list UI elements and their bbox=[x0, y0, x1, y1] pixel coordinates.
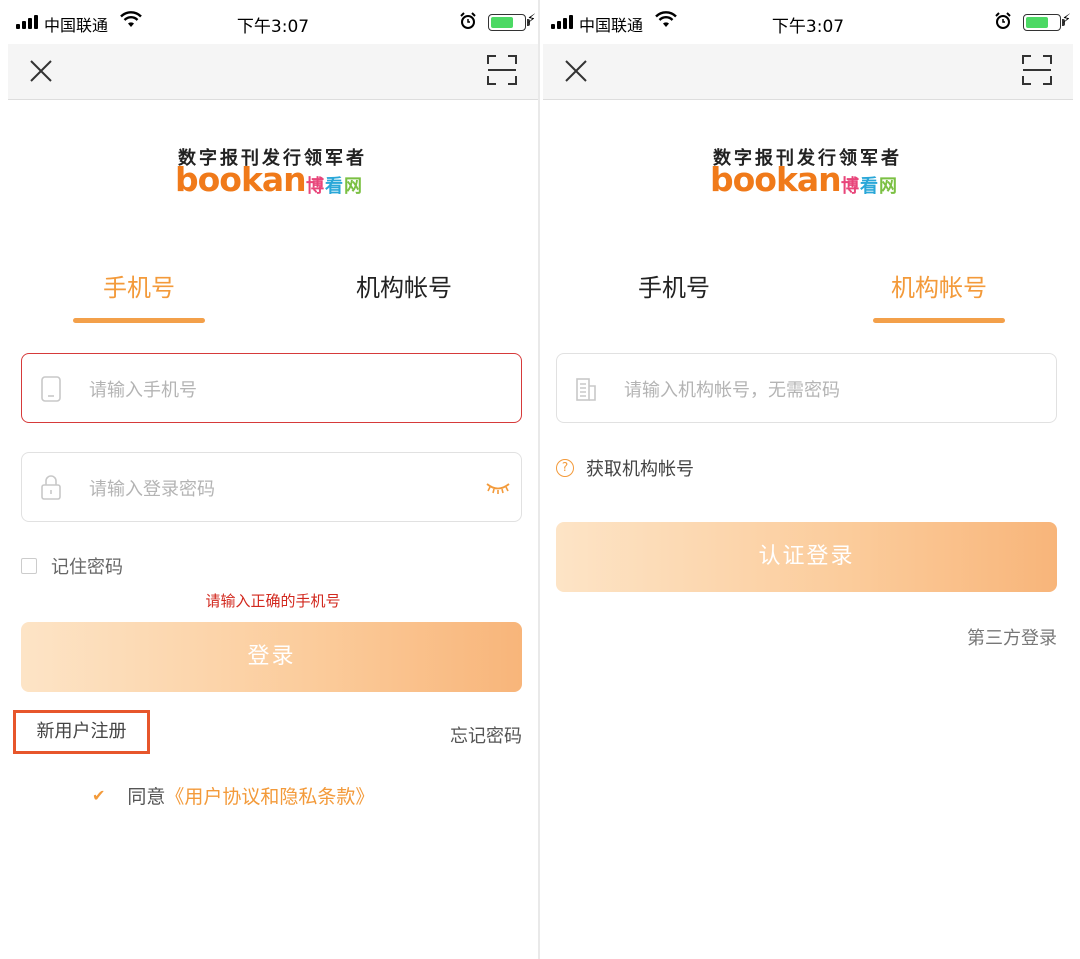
status-bar: 中国联通 下午3:07 ⚡ bbox=[8, 0, 538, 44]
remember-label: 记住密码 bbox=[51, 557, 123, 578]
remember-password[interactable]: 记住密码 bbox=[21, 553, 123, 579]
logo-brand: bookan bbox=[710, 160, 842, 199]
question-icon: ? bbox=[556, 459, 574, 477]
tab-org-account[interactable]: 机构帐号 bbox=[304, 268, 504, 303]
close-icon[interactable] bbox=[561, 56, 591, 86]
tab-label: 机构帐号 bbox=[891, 274, 987, 302]
org-account-input[interactable]: 请输入机构帐号，无需密码 bbox=[556, 353, 1057, 423]
scan-icon[interactable] bbox=[486, 54, 518, 86]
phone-placeholder: 请输入手机号 bbox=[89, 380, 197, 401]
logo-brand-cn: 博看网 bbox=[841, 176, 898, 197]
lock-icon bbox=[41, 475, 61, 500]
third-party-login-link[interactable]: 第三方登录 bbox=[967, 624, 1057, 650]
tab-label: 手机号 bbox=[103, 274, 175, 302]
agreement: ✔ 同意 《用户协议和隐私条款》 bbox=[92, 782, 374, 809]
logo-brand: bookan bbox=[175, 160, 307, 199]
org-login-screen: 中国联通 下午3:07 ⚡ 数字报刊发行领军者 bookan 博看网 手机号 机… bbox=[543, 0, 1073, 959]
tab-label: 机构帐号 bbox=[356, 274, 452, 302]
bookan-logo: 数字报刊发行领军者 bookan 博看网 bbox=[543, 140, 1073, 200]
login-tabs: 手机号 机构帐号 bbox=[543, 268, 1073, 328]
clock: 下午3:07 bbox=[771, 17, 845, 37]
tab-active-indicator bbox=[73, 318, 205, 323]
agree-check-icon[interactable]: ✔ bbox=[92, 786, 105, 805]
tab-phone[interactable]: 手机号 bbox=[574, 268, 774, 303]
org-placeholder: 请输入机构帐号，无需密码 bbox=[624, 380, 840, 401]
get-org-account-link[interactable]: ? 获取机构帐号 bbox=[556, 455, 694, 481]
tab-phone[interactable]: 手机号 bbox=[39, 268, 239, 323]
tab-label: 手机号 bbox=[638, 274, 710, 302]
forgot-password-link[interactable]: 忘记密码 bbox=[450, 722, 522, 748]
tab-active-indicator bbox=[873, 318, 1005, 323]
verify-login-button[interactable]: 认证登录 bbox=[556, 522, 1057, 592]
nav-bar bbox=[8, 44, 538, 100]
logo-brand-cn: 博看网 bbox=[306, 176, 363, 197]
help-label: 获取机构帐号 bbox=[586, 459, 694, 480]
bookan-logo: 数字报刊发行领军者 bookan 博看网 bbox=[8, 140, 538, 200]
alarm-icon bbox=[995, 12, 1011, 29]
nav-bar bbox=[543, 44, 1073, 100]
alarm-icon bbox=[460, 12, 476, 29]
password-placeholder: 请输入登录密码 bbox=[89, 479, 215, 500]
battery-icon bbox=[1023, 14, 1065, 31]
building-icon bbox=[576, 378, 596, 401]
register-link[interactable]: 新用户注册 bbox=[13, 710, 150, 754]
eye-closed-icon[interactable] bbox=[485, 479, 511, 495]
remember-checkbox[interactable] bbox=[21, 558, 37, 574]
agree-prefix: 同意 bbox=[127, 786, 166, 808]
tab-org-account[interactable]: 机构帐号 bbox=[839, 268, 1039, 323]
clock: 下午3:07 bbox=[236, 17, 310, 37]
screen-divider bbox=[538, 0, 540, 959]
close-icon[interactable] bbox=[26, 56, 56, 86]
battery-icon bbox=[488, 14, 530, 31]
phone-input[interactable]: 请输入手机号 bbox=[21, 353, 522, 423]
charging-icon: ⚡ bbox=[1061, 12, 1071, 27]
charging-icon: ⚡ bbox=[526, 12, 536, 27]
login-button[interactable]: 登录 bbox=[21, 622, 522, 692]
status-bar: 中国联通 下午3:07 ⚡ bbox=[543, 0, 1073, 44]
password-input[interactable]: 请输入登录密码 bbox=[21, 452, 522, 522]
phone-icon bbox=[41, 376, 61, 402]
phone-login-screen: 中国联通 下午3:07 ⚡ 数字报刊发行领军者 bookan 博看网 手机号 机… bbox=[8, 0, 538, 959]
terms-link[interactable]: 《用户协议和隐私条款》 bbox=[165, 782, 374, 809]
error-message: 请输入正确的手机号 bbox=[205, 592, 341, 610]
login-tabs: 手机号 机构帐号 bbox=[8, 268, 538, 328]
scan-icon[interactable] bbox=[1021, 54, 1053, 86]
